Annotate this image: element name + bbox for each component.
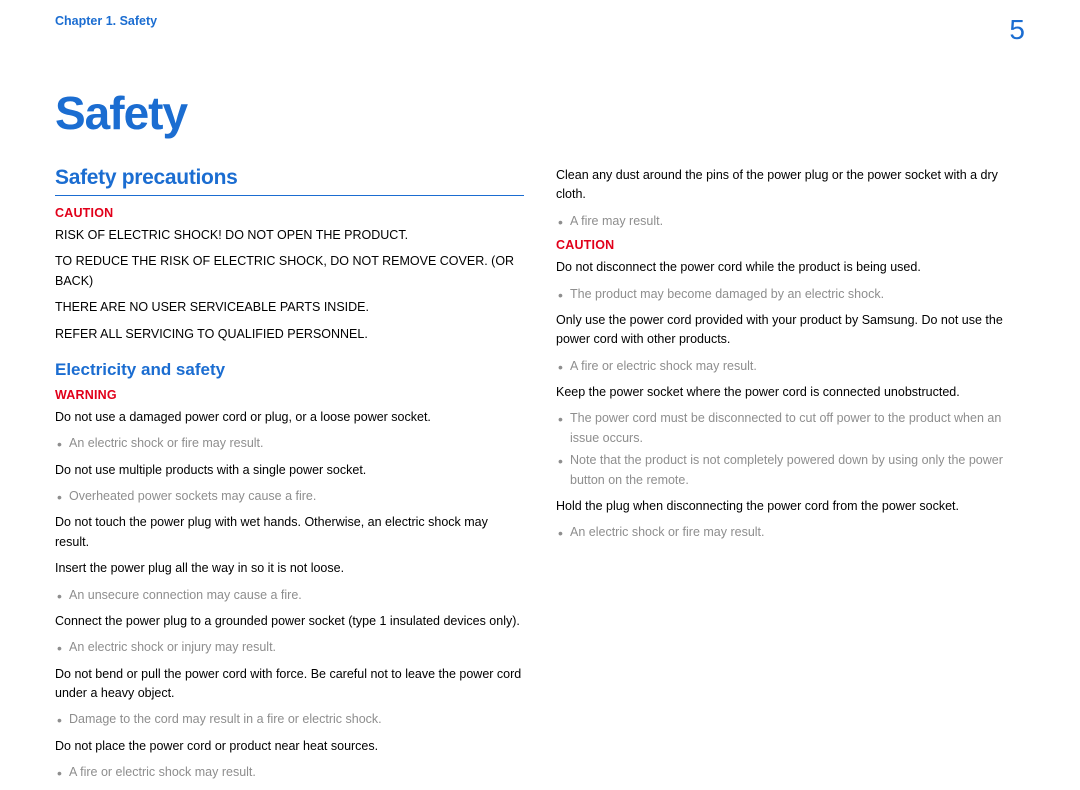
caution-label: CAUTION xyxy=(55,206,524,220)
body-text: REFER ALL SERVICING TO QUALIFIED PERSONN… xyxy=(55,325,524,344)
caution-label: CAUTION xyxy=(556,238,1025,252)
body-text: Do not use a damaged power cord or plug,… xyxy=(55,408,524,427)
body-text: Insert the power plug all the way in so … xyxy=(55,559,524,578)
note-text: Note that the product is not completely … xyxy=(556,451,1025,490)
body-text: Do not disconnect the power cord while t… xyxy=(556,258,1025,277)
body-text: Connect the power plug to a grounded pow… xyxy=(55,612,524,631)
page-header: Chapter 1. Safety 5 xyxy=(0,0,1080,46)
body-text: TO REDUCE THE RISK OF ELECTRIC SHOCK, DO… xyxy=(55,252,524,291)
body-text: THERE ARE NO USER SERVICEABLE PARTS INSI… xyxy=(55,298,524,317)
content-columns: Safety precautions CAUTION RISK OF ELECT… xyxy=(0,140,1080,790)
note-text: An electric shock or fire may result. xyxy=(556,523,1025,542)
body-text: Do not place the power cord or product n… xyxy=(55,737,524,756)
left-column: Safety precautions CAUTION RISK OF ELECT… xyxy=(55,166,524,790)
note-text: A fire or electric shock may result. xyxy=(556,357,1025,376)
body-text: Do not touch the power plug with wet han… xyxy=(55,513,524,552)
note-text: An unsecure connection may cause a fire. xyxy=(55,586,524,605)
body-text: Do not bend or pull the power cord with … xyxy=(55,665,524,704)
chapter-label: Chapter 1. Safety xyxy=(55,14,157,28)
page-title: Safety xyxy=(55,86,1080,140)
note-text: An electric shock or fire may result. xyxy=(55,434,524,453)
section-electricity: Electricity and safety xyxy=(55,360,524,380)
body-text: Only use the power cord provided with yo… xyxy=(556,311,1025,350)
note-text: An electric shock or injury may result. xyxy=(55,638,524,657)
note-text: A fire or electric shock may result. xyxy=(55,763,524,782)
body-text: RISK OF ELECTRIC SHOCK! DO NOT OPEN THE … xyxy=(55,226,524,245)
body-text: Clean any dust around the pins of the po… xyxy=(556,166,1025,205)
note-text: The power cord must be disconnected to c… xyxy=(556,409,1025,448)
right-column: Clean any dust around the pins of the po… xyxy=(556,166,1025,790)
note-text: The product may become damaged by an ele… xyxy=(556,285,1025,304)
body-text: Keep the power socket where the power co… xyxy=(556,383,1025,402)
note-text: A fire may result. xyxy=(556,212,1025,231)
page-number: 5 xyxy=(1009,14,1025,46)
page-title-wrap: Safety xyxy=(0,46,1080,140)
note-text: Damage to the cord may result in a fire … xyxy=(55,710,524,729)
note-text: Overheated power sockets may cause a fir… xyxy=(55,487,524,506)
warning-label: WARNING xyxy=(55,388,524,402)
section-safety-precautions: Safety precautions xyxy=(55,166,524,196)
body-text: Do not use multiple products with a sing… xyxy=(55,461,524,480)
body-text: Hold the plug when disconnecting the pow… xyxy=(556,497,1025,516)
